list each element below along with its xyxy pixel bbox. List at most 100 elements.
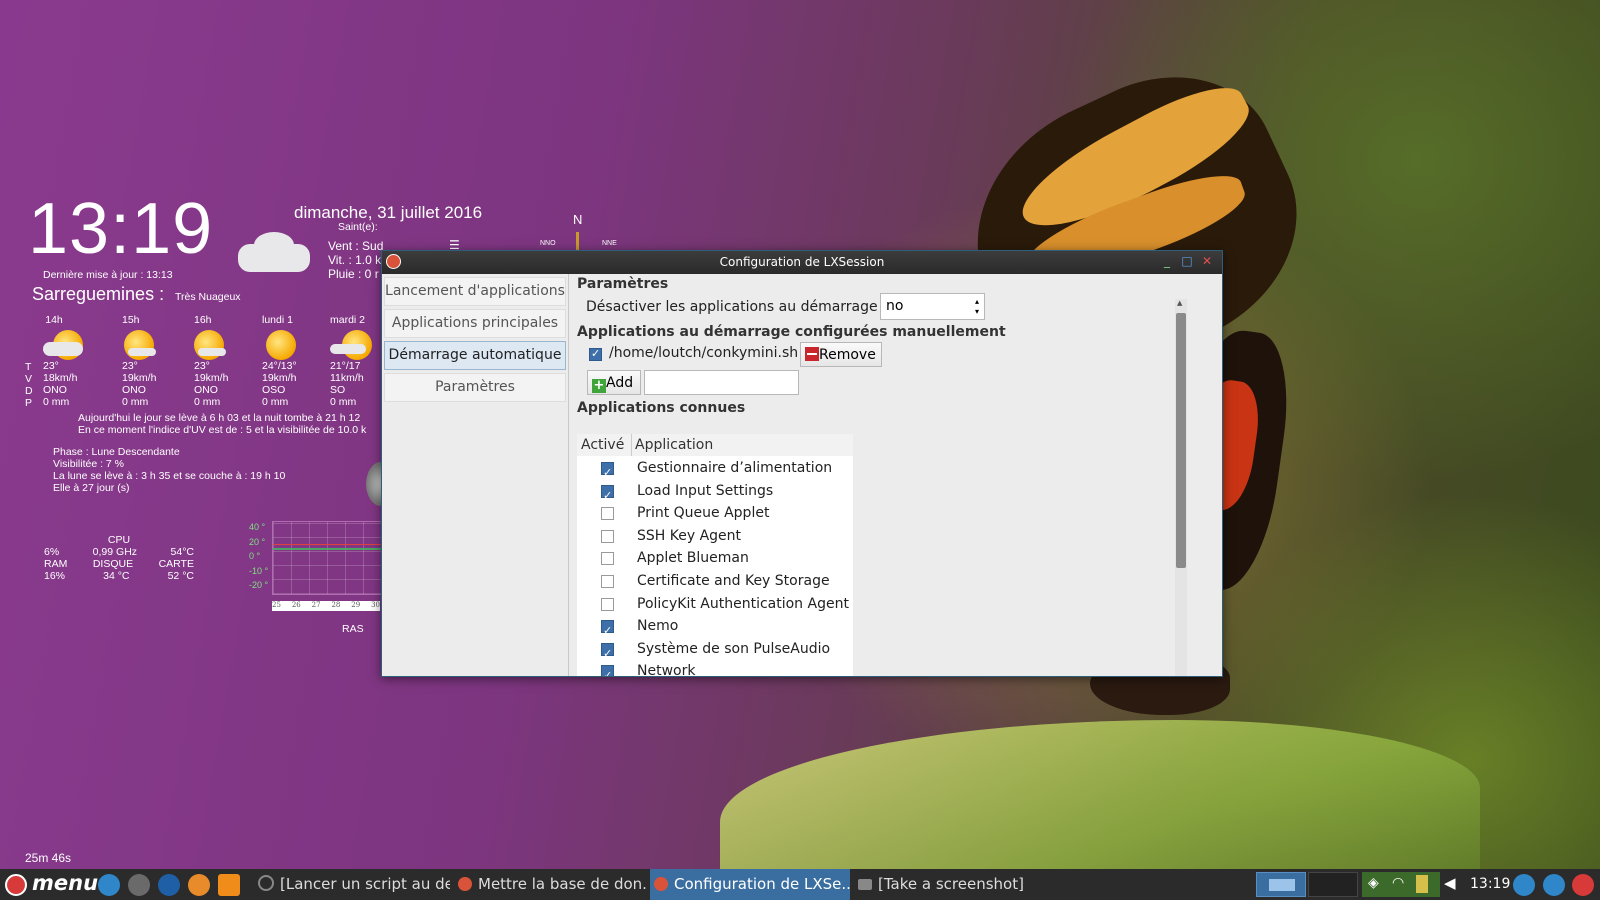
app-enabled-checkbox[interactable] [601,529,614,543]
terminal-launcher-icon[interactable] [128,874,150,896]
menu-button[interactable]: menu [2,869,98,900]
temperature-graph [272,521,384,595]
disable-apps-select[interactable]: no ▴ ▾ [880,293,985,320]
battery-icon[interactable] [1416,875,1428,893]
scroll-up-icon[interactable]: ▲ [1177,299,1182,307]
sidebar-item-launch-apps[interactable]: Lancement d'applications [384,277,566,306]
window-title: Configuration de LXSession [719,255,885,269]
app-row[interactable]: Load Input Settings [577,480,853,507]
compass-nno-label: NNO [540,240,556,247]
sidebar-item-settings[interactable]: Paramètres [384,373,566,402]
params-heading: Paramètres [577,276,669,292]
sun-icon [122,326,162,360]
col-header-application[interactable]: Application [635,434,851,456]
app-enabled-checkbox[interactable] [601,507,614,521]
forecast-col-1: 15h 23° 19km/h ONO 0 mm [122,314,162,408]
workspace-2[interactable] [1308,872,1358,897]
network-indicator-icon[interactable] [1513,874,1535,896]
app-name: Print Queue Applet [637,505,770,522]
sidebar-item-autostart[interactable]: Démarrage automatique [384,341,566,370]
opera-icon [258,875,274,891]
spin-arrows-icon: ▴ ▾ [974,297,979,316]
compass-needle-icon [576,232,579,252]
camera-icon [858,879,872,890]
minimize-icon[interactable]: _ [1160,254,1174,268]
add-button[interactable]: + Add [587,370,641,395]
window-titlebar[interactable]: Configuration de LXSession _ □ ✕ [382,251,1222,274]
app-enabled-checkbox[interactable] [601,484,614,507]
user-session-icon[interactable] [1572,874,1594,896]
sun-icon [194,326,234,360]
settings-sidebar: Lancement d'applications Applications pr… [382,274,569,676]
opera-launcher-icon[interactable] [158,874,180,896]
forecast-col-3: lundi 1 24°/13° 19km/h OSO 0 mm [262,314,302,408]
forecast-col-2: 16h 23° 19km/h ONO 0 mm [194,314,234,408]
app-row[interactable]: Système de son PulseAudio [577,638,853,665]
conky-saint: Saint(e): [338,221,378,233]
keyboard-layout-icon[interactable] [1543,874,1565,896]
app-name: Nemo [637,618,679,635]
app-row[interactable]: Certificate and Key Storage [577,570,853,593]
taskbar-clock[interactable]: 13:19 [1470,869,1510,900]
app-row[interactable]: PolicyKit Authentication Agent [577,593,853,616]
app-row[interactable]: Print Queue Applet [577,502,853,525]
task-database[interactable]: Mettre la base de don... [454,869,646,900]
app-name: Network [637,663,696,676]
conky-last-update: Dernière mise à jour : 13:13 [43,269,173,281]
app-enabled-checkbox[interactable] [601,575,614,588]
conky-rain: Pluie : 0 r [328,267,379,281]
wifi-icon[interactable]: ◠ [1392,875,1404,891]
app-row[interactable]: Gestionnaire d’alimentation [577,457,853,484]
app-row[interactable]: Applet Blueman [577,547,853,570]
conky-moon-info: Phase : Lune Descendante Visibilitée : 7… [53,446,286,494]
graph-x-labels: 25 26 27 28 29 30 [272,601,380,611]
conky-condition: Très Nuageux [175,291,241,303]
firefox-launcher-icon[interactable] [188,874,210,896]
sun-cloud-icon [43,326,83,360]
weather-cloud-icon [238,226,318,278]
app-enabled-checkbox[interactable] [601,552,614,566]
app-name: Certificate and Key Storage [637,573,830,589]
files-launcher-icon[interactable] [98,874,120,896]
app-row[interactable]: Network [577,660,853,676]
col-header-active[interactable]: Activé [581,434,632,456]
app-task-icon [458,877,472,891]
task-screenshot[interactable]: [Take a screenshot] [854,869,1054,900]
forecast-col-0: 14h 23° 18km/h ONO 0 mm [43,314,83,408]
app-task-icon [654,877,668,891]
app-enabled-checkbox[interactable] [601,461,614,484]
forecast-col-4: mardi 2 21°/17 11km/h SO 0 mm [330,314,372,408]
volume-icon[interactable]: ◀ [1444,874,1456,892]
close-icon[interactable]: ✕ [1200,254,1214,268]
remove-button[interactable]: Remove [800,342,882,367]
workspace-1[interactable] [1256,872,1306,897]
task-lxsession[interactable]: Configuration de LXSe... [650,869,850,900]
conky-clock: 13:19 [28,189,214,269]
app-row[interactable]: Nemo [577,615,853,642]
app-enabled-checkbox[interactable] [601,664,614,676]
app-name: Load Input Settings [637,482,774,499]
vlc-launcher-icon[interactable] [218,874,240,896]
app-icon [386,254,401,269]
graph-y-labels: 40 ° 20 ° 0 ° -10 ° -20 ° [249,522,269,590]
conky-date: dimanche, 31 juillet 2016 [294,203,483,222]
shield-icon[interactable]: ◈ [1368,875,1379,891]
sun-cloud-icon [330,326,372,360]
app-row[interactable]: SSH Key Agent [577,525,853,548]
maximize-icon[interactable]: □ [1180,254,1194,268]
conky-sun-info: Aujourd'hui le jour se lève à 6 h 03 et … [78,412,367,436]
app-name: PolicyKit Authentication Agent [637,595,849,612]
app-enabled-checkbox[interactable] [601,619,614,642]
known-apps-heading: Applications connues [577,400,746,416]
scrollbar[interactable]: ▲ ▼ [1175,299,1187,676]
mint-logo-icon [5,874,27,896]
conky-uptime: 25m 46s [25,851,72,865]
add-command-input[interactable] [644,370,799,395]
app-enabled-checkbox[interactable] [601,597,614,611]
scrollbar-thumb[interactable] [1176,313,1186,568]
manual-item-checkbox[interactable] [589,347,602,361]
app-enabled-checkbox[interactable] [601,642,614,665]
task-script[interactable]: [Lancer un script au de... [254,869,450,900]
lxsession-window: Configuration de LXSession _ □ ✕ Lanceme… [381,250,1223,677]
sidebar-item-main-apps[interactable]: Applications principales [384,309,566,338]
